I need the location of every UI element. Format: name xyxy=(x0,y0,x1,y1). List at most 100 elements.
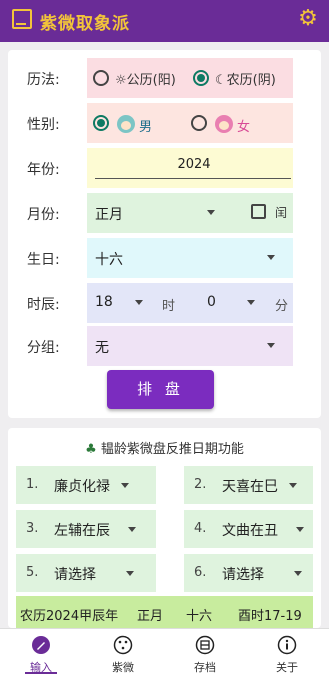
nav-archive[interactable]: 存档 xyxy=(164,629,246,674)
settings-gear-icon[interactable]: ⚙ xyxy=(297,8,319,30)
chevron-down-icon xyxy=(207,210,215,215)
info-icon xyxy=(277,635,297,655)
chevron-down-icon xyxy=(128,527,136,532)
month-row: 月份: 正月 闰 xyxy=(8,193,321,233)
male-option-label[interactable]: 男 xyxy=(139,116,152,135)
pen-icon xyxy=(32,636,50,654)
gender-options: 男 女 xyxy=(87,103,293,143)
reverse-value: 请选择 xyxy=(54,567,96,583)
chevron-down-icon xyxy=(289,483,297,488)
reverse-select-2[interactable]: 2. 天喜在巳 xyxy=(184,466,313,504)
reverse-result-summary: 农历2024甲辰年 正月 十六 酉时17-19 xyxy=(16,596,313,630)
nav-archive-label: 存档 xyxy=(194,661,216,674)
group-select[interactable]: 无 xyxy=(87,326,293,366)
calendar-options: ☼公历(阳) ☾农历(阴) xyxy=(87,58,293,98)
leap-label: 闰 xyxy=(275,206,288,220)
solar-option[interactable]: ☼公历(阳) xyxy=(115,69,176,88)
chevron-down-icon xyxy=(296,527,304,532)
reverse-lookup-title: ♣ 韫龄紫微盘反推日期功能 xyxy=(8,438,321,457)
summary-month: 正月 xyxy=(137,609,164,624)
nav-ziwei[interactable]: 紫微 xyxy=(82,629,164,674)
chevron-down-icon xyxy=(126,571,134,576)
minute-select[interactable]: 0 xyxy=(207,294,216,310)
minute-unit: 分 xyxy=(275,299,289,314)
year-underline xyxy=(95,178,291,179)
month-label: 月份: xyxy=(27,207,60,223)
time-row: 时辰: 18 时 0 分 xyxy=(8,283,321,323)
calendar-row: 历法: ☼公历(阳) ☾农历(阴) xyxy=(8,58,321,98)
solar-radio[interactable] xyxy=(93,70,109,86)
nav-about[interactable]: 关于 xyxy=(246,629,328,674)
chevron-down-icon xyxy=(121,483,129,488)
group-label: 分组: xyxy=(27,340,60,356)
time-label: 时辰: xyxy=(27,297,60,313)
nav-ziwei-label: 紫微 xyxy=(112,661,134,674)
hour-unit: 时 xyxy=(162,299,176,314)
lunar-option-label: 农历(阴) xyxy=(226,73,276,88)
female-option-label[interactable]: 女 xyxy=(237,116,250,135)
solar-option-label: 公历(阳) xyxy=(126,73,176,88)
reverse-value: 廉贞化禄 xyxy=(54,479,110,495)
female-radio[interactable] xyxy=(191,115,207,131)
chevron-down-icon xyxy=(267,343,275,348)
sun-icon: ☼ xyxy=(115,73,127,88)
female-avatar-icon xyxy=(215,115,233,133)
male-radio[interactable] xyxy=(93,115,109,131)
month-value: 正月 xyxy=(95,207,123,223)
year-row: 年份: 2024 xyxy=(8,148,321,188)
chevron-down-icon xyxy=(247,300,255,305)
chevron-down-icon xyxy=(135,300,143,305)
gender-row: 性别: 男 女 xyxy=(8,103,321,143)
male-avatar-icon xyxy=(117,115,135,133)
app-bar: 紫微取象派 ⚙ xyxy=(0,0,329,42)
reverse-select-5[interactable]: 5. 请选择 xyxy=(16,554,156,592)
nav-about-label: 关于 xyxy=(276,661,298,674)
summary-hour: 酉时17-19 xyxy=(238,609,302,624)
app-logo-icon xyxy=(12,9,32,29)
moon-icon: ☾ xyxy=(215,73,227,88)
day-select[interactable]: 十六 xyxy=(87,238,293,278)
summary-year: 农历2024甲辰年 xyxy=(20,609,119,624)
group-row: 分组: 无 xyxy=(8,326,321,366)
archive-icon xyxy=(195,635,215,655)
gender-label: 性别: xyxy=(27,117,60,133)
reverse-select-6[interactable]: 6. 请选择 xyxy=(184,554,313,592)
reverse-num: 5. xyxy=(26,565,39,580)
bottom-nav: 输入 紫微 存档 关于 xyxy=(0,628,329,674)
nav-input[interactable]: 输入 xyxy=(0,629,82,674)
arrange-chart-button[interactable]: 排 盘 xyxy=(107,370,214,409)
reverse-select-3[interactable]: 3. 左辅在辰 xyxy=(16,510,156,548)
summary-day: 十六 xyxy=(186,609,213,624)
time-box: 18 时 0 分 xyxy=(87,283,293,323)
reverse-value: 文曲在丑 xyxy=(222,523,278,539)
reverse-num: 1. xyxy=(26,477,39,492)
reverse-lookup-title-text: 韫龄紫微盘反推日期功能 xyxy=(100,442,244,457)
nav-input-label: 输入 xyxy=(30,661,52,674)
calendar-label: 历法: xyxy=(27,72,60,88)
reverse-value: 左辅在辰 xyxy=(54,523,110,539)
chart-circle-icon xyxy=(113,635,133,655)
day-value: 十六 xyxy=(95,252,123,268)
lunar-option[interactable]: ☾农历(阴) xyxy=(215,69,276,88)
reverse-select-1[interactable]: 1. 廉贞化禄 xyxy=(16,466,156,504)
year-input[interactable]: 2024 xyxy=(97,157,291,172)
reverse-num: 4. xyxy=(194,521,207,536)
chevron-down-icon xyxy=(294,571,302,576)
input-form-card: 历法: ☼公历(阳) ☾农历(阴) 性别: 男 女 年份: 2024 月份: 正… xyxy=(8,50,321,418)
day-row: 生日: 十六 xyxy=(8,238,321,278)
reverse-value: 请选择 xyxy=(222,567,264,583)
month-select[interactable]: 正月 闰 xyxy=(87,193,293,233)
tree-icon: ♣ xyxy=(85,442,97,457)
reverse-num: 6. xyxy=(194,565,207,580)
group-value: 无 xyxy=(95,340,109,356)
reverse-select-4[interactable]: 4. 文曲在丑 xyxy=(184,510,313,548)
reverse-num: 2. xyxy=(194,477,207,492)
chevron-down-icon xyxy=(267,255,275,260)
leap-checkbox[interactable] xyxy=(251,204,266,219)
day-label: 生日: xyxy=(27,252,60,268)
lunar-radio[interactable] xyxy=(193,70,209,86)
year-field-box: 2024 xyxy=(87,148,293,188)
hour-select[interactable]: 18 xyxy=(95,294,113,310)
reverse-value: 天喜在巳 xyxy=(222,479,278,495)
app-title: 紫微取象派 xyxy=(40,14,130,34)
